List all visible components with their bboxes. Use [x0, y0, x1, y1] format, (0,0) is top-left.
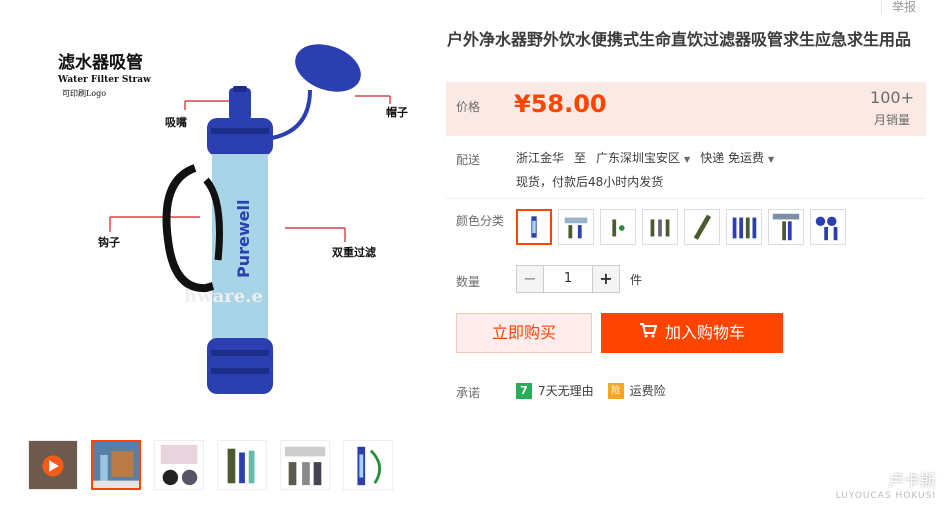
promise-list: 7 7天无理由 险 运费险: [516, 382, 666, 399]
divider: [446, 198, 926, 199]
corner-watermark: 卢卡斯 LUYOUCAS HOKUSI: [836, 467, 936, 501]
image-title-cn: 滤水器吸管: [58, 52, 143, 73]
price-value: ¥58.00: [514, 90, 607, 118]
price-panel: 价格 ¥58.00 100+ 月销量: [446, 82, 926, 136]
add-to-cart-label: 加入购物车: [664, 323, 745, 342]
watermark-subtext: LUYOUCAS HOKUSI: [835, 491, 936, 501]
delivery-label: 配送: [456, 153, 481, 167]
promise-item-shipping-insurance[interactable]: 险 运费险: [607, 382, 666, 399]
quantity-unit: 件: [630, 272, 643, 287]
thumbnail-5[interactable]: [343, 440, 393, 490]
stock-note: 现货，付款后48小时内发货: [516, 175, 664, 189]
color-swatch-7[interactable]: [768, 209, 804, 245]
thumbnail-strip: [28, 440, 393, 490]
color-swatch-1[interactable]: [516, 209, 552, 245]
sales-count: 100+: [870, 88, 914, 107]
color-swatch-8[interactable]: [810, 209, 846, 245]
promise-item-return[interactable]: 7 7天无理由: [516, 382, 594, 399]
promise-text: 运费险: [629, 384, 666, 398]
image-title-en: Water Filter Straw: [57, 75, 151, 85]
thumbnail-2[interactable]: [154, 440, 204, 490]
shipping-method[interactable]: 快递 免运费 ▼: [700, 149, 774, 166]
thumbnail-3[interactable]: [217, 440, 267, 490]
label-hook: 钩子: [98, 235, 120, 249]
image-logo-note: 可印刷Logo: [62, 89, 106, 98]
delivery-destination[interactable]: 广东深圳宝安区 ▼: [596, 149, 690, 166]
color-swatch-3[interactable]: [600, 209, 636, 245]
color-swatch-5[interactable]: [684, 209, 720, 245]
label-cap: 帽子: [386, 105, 408, 119]
product-gallery: 滤水器吸管 Water Filter Straw 可印刷Logo 吸嘴 帽子 钩…: [10, 0, 420, 490]
seven-day-return-icon: 7: [516, 382, 532, 399]
color-swatch-4[interactable]: [642, 209, 678, 245]
label-mouthpiece: 吸嘴: [165, 115, 187, 129]
quantity-label: 数量: [456, 275, 481, 289]
label-filter: 双重过滤: [332, 245, 376, 259]
color-swatch-2[interactable]: [558, 209, 594, 245]
sales-label: 月销量: [874, 113, 911, 127]
delivery-from: 浙江金华: [516, 151, 565, 165]
thumbnail-video[interactable]: [28, 440, 78, 490]
thumbnail-1[interactable]: [91, 440, 141, 490]
color-swatch-6[interactable]: [726, 209, 762, 245]
product-title: 户外净水器野外饮水便携式生命直饮过滤器吸管求生应急求生用品: [447, 30, 912, 49]
promise-label: 承诺: [456, 386, 481, 400]
shipping-insurance-icon: 险: [607, 382, 624, 399]
price-label: 价格: [456, 100, 481, 114]
quantity-stepper: − 1 + 件: [516, 265, 642, 293]
quantity-decrease-button[interactable]: −: [516, 265, 544, 293]
chevron-down-icon: ▼: [684, 155, 691, 164]
add-to-cart-button[interactable]: 加入购物车: [601, 313, 783, 353]
buy-now-button[interactable]: 立即购买: [456, 313, 592, 353]
delivery-row: 浙江金华 至 广东深圳宝安区 ▼ 快递 免运费 ▼: [516, 149, 774, 166]
delivery-to-word: 至: [574, 151, 587, 165]
monthly-sales: 100+ 月销量: [870, 88, 914, 128]
chevron-down-icon: ▼: [768, 155, 775, 164]
color-label: 颜色分类: [456, 214, 505, 228]
main-product-image: 滤水器吸管 Water Filter Straw 可印刷Logo 吸嘴 帽子 钩…: [10, 0, 420, 420]
quantity-input[interactable]: 1: [544, 265, 592, 293]
report-link[interactable]: 举报: [880, 0, 916, 14]
quantity-increase-button[interactable]: +: [592, 265, 620, 293]
color-swatches: [516, 209, 846, 245]
watermark-text: 卢卡斯: [887, 471, 936, 490]
promise-text: 7天无理由: [538, 384, 594, 398]
thumbnail-4[interactable]: [280, 440, 330, 490]
cart-icon: [639, 313, 658, 353]
image-watermark-fragment: hware.e: [184, 286, 263, 307]
image-brand: Purewell: [234, 200, 253, 278]
